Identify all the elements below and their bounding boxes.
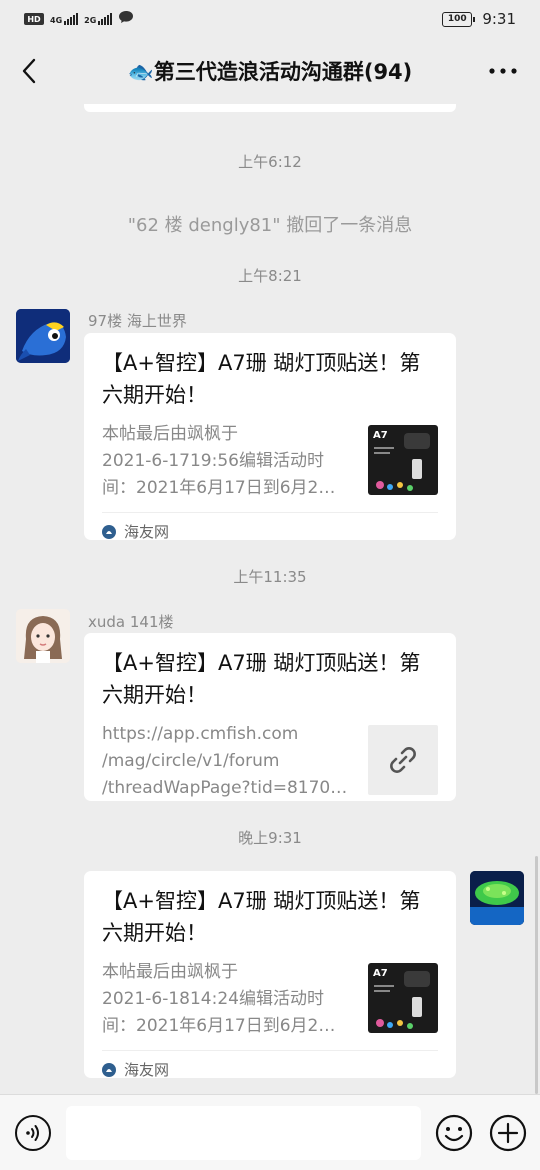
scrollbar[interactable] bbox=[535, 856, 538, 1094]
chat-title: 🐟第三代造浪活动沟通群(94) bbox=[127, 60, 413, 84]
card-desc-line: https://app.cmfish.com bbox=[102, 724, 299, 744]
signal-4g-label: 4G bbox=[50, 16, 63, 25]
more-functions-button[interactable] bbox=[489, 1114, 527, 1152]
card-description: 本帖最后由飒枫于 2021-6-1814:24编辑活动时 间：2021年6月17… bbox=[102, 959, 358, 1040]
link-card-message[interactable]: 【A+智控】A7珊 瑚灯顶贴送！第六期开始！ https://app.cmfis… bbox=[84, 633, 456, 801]
timestamp: 上午8:21 bbox=[238, 267, 302, 285]
card-desc-line: 2021-6-1719:56编辑活动时 bbox=[102, 451, 324, 471]
link-card-message-self[interactable]: 【A+智控】A7珊 瑚灯顶贴送！第六期开始！ 本帖最后由飒枫于 2021-6-1… bbox=[84, 871, 456, 1079]
signal-4g-icon: 4G bbox=[50, 13, 79, 25]
plus-icon bbox=[489, 1114, 527, 1152]
coral-avatar-image bbox=[470, 871, 524, 925]
sender-name: 97楼 海上世界 bbox=[88, 312, 187, 330]
message-bubble-icon bbox=[118, 10, 134, 28]
signal-2g-label: 2G bbox=[84, 16, 97, 25]
timestamp: 上午6:12 bbox=[238, 153, 302, 171]
card-description: https://app.cmfish.com /mag/circle/v1/fo… bbox=[102, 721, 358, 802]
card-desc-line: 间：2021年6月17日到6月2… bbox=[102, 478, 336, 498]
more-horizontal-icon bbox=[489, 68, 517, 74]
card-desc-line: /threadWapPage?tid=8170… bbox=[102, 778, 348, 798]
system-message-recall: "62 楼 dengly81" 撤回了一条消息 bbox=[127, 215, 413, 236]
thumb-label: A7 bbox=[373, 968, 388, 979]
card-desc-line: 2021-6-1814:24编辑活动时 bbox=[102, 989, 324, 1009]
emoji-icon bbox=[435, 1114, 473, 1152]
status-right: 100 9:31 bbox=[442, 10, 516, 28]
avatar[interactable] bbox=[16, 309, 70, 363]
timestamp: 晚上9:31 bbox=[238, 829, 302, 847]
card-title: 【A+智控】A7珊 瑚灯顶贴送！第六期开始！ bbox=[102, 351, 421, 407]
card-title: 【A+智控】A7珊 瑚灯顶贴送！第六期开始！ bbox=[102, 889, 421, 945]
card-source: 海友网 bbox=[102, 1050, 438, 1088]
battery-icon: 100 bbox=[442, 11, 476, 27]
fish-avatar-image bbox=[16, 309, 70, 363]
avatar[interactable] bbox=[16, 609, 70, 663]
chevron-left-icon bbox=[22, 58, 36, 84]
link-card-message[interactable]: 【A+智控】A7珊 瑚灯顶贴送！第六期开始！ 本帖最后由飒枫于 2021-6-1… bbox=[84, 333, 456, 541]
source-name: 海友网 bbox=[124, 1061, 170, 1079]
signal-2g-icon: 2G bbox=[84, 13, 113, 25]
source-name: 海友网 bbox=[124, 523, 170, 541]
card-desc-line: 本帖最后由飒枫于 bbox=[102, 424, 238, 444]
timestamp: 上午11:35 bbox=[233, 568, 307, 586]
source-logo-icon bbox=[102, 1062, 116, 1077]
back-button[interactable] bbox=[14, 54, 44, 88]
voice-icon bbox=[26, 1125, 39, 1141]
card-thumbnail: A7 bbox=[368, 425, 438, 495]
voice-button[interactable] bbox=[15, 1115, 51, 1151]
input-bar bbox=[0, 1094, 540, 1170]
status-left: HD 4G 2G bbox=[24, 10, 134, 28]
previous-message-bubble[interactable] bbox=[84, 104, 456, 112]
more-button[interactable] bbox=[488, 56, 518, 86]
clock: 9:31 bbox=[482, 10, 516, 28]
card-source: 海友网 bbox=[102, 512, 438, 550]
girl-avatar-image bbox=[16, 609, 70, 663]
hd-icon: HD bbox=[24, 13, 44, 25]
thumb-label: A7 bbox=[373, 430, 388, 441]
source-logo-icon bbox=[102, 524, 116, 539]
status-bar: HD 4G 2G 100 9:31 bbox=[0, 0, 540, 38]
card-desc-line: 间：2021年6月17日到6月2… bbox=[102, 1016, 336, 1036]
avatar-self[interactable] bbox=[470, 871, 524, 925]
chat-messages[interactable]: 上午6:12 "62 楼 dengly81" 撤回了一条消息 上午8:21 97… bbox=[0, 104, 540, 1094]
card-thumbnail: A7 bbox=[368, 963, 438, 1033]
message-input[interactable] bbox=[66, 1106, 421, 1160]
link-thumbnail bbox=[368, 725, 438, 795]
emoji-button[interactable] bbox=[435, 1114, 473, 1152]
link-icon bbox=[390, 747, 416, 773]
chat-header: 🐟第三代造浪活动沟通群(94) bbox=[0, 38, 540, 104]
card-desc-line: 本帖最后由飒枫于 bbox=[102, 962, 238, 982]
card-desc-line: /mag/circle/v1/forum bbox=[102, 751, 280, 771]
card-description: 本帖最后由飒枫于 2021-6-1719:56编辑活动时 间：2021年6月17… bbox=[102, 421, 358, 502]
card-title: 【A+智控】A7珊 瑚灯顶贴送！第六期开始！ bbox=[102, 651, 421, 707]
sender-name: xuda 141楼 bbox=[88, 613, 174, 631]
